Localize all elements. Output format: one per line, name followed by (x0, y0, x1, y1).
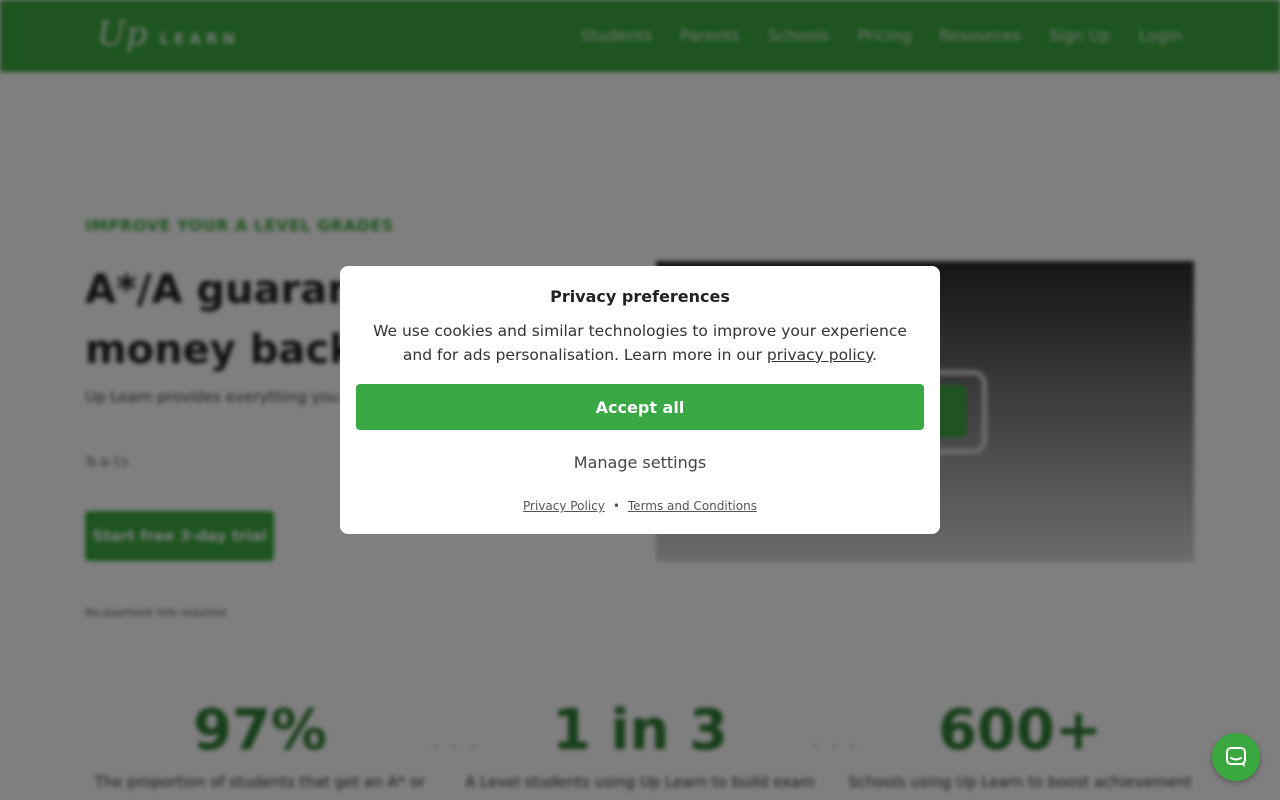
footer-separator: • (612, 499, 620, 513)
modal-footer: Privacy Policy • Terms and Conditions (340, 498, 940, 514)
footer-terms-link[interactable]: Terms and Conditions (628, 499, 757, 513)
modal-body-end: . (872, 346, 878, 364)
modal-title: Privacy preferences (550, 287, 730, 306)
chat-bubble-icon (1226, 747, 1246, 767)
modal-body: We use cookies and similar technologies … (360, 319, 920, 367)
privacy-policy-link[interactable]: privacy policy (767, 346, 872, 364)
accept-all-button[interactable]: Accept all (356, 384, 924, 430)
manage-settings-button[interactable]: Manage settings (340, 450, 940, 476)
footer-privacy-policy-link[interactable]: Privacy Policy (523, 499, 605, 513)
privacy-modal: Privacy preferences We use cookies and s… (340, 266, 940, 534)
chat-launcher-button[interactable] (1212, 733, 1260, 781)
